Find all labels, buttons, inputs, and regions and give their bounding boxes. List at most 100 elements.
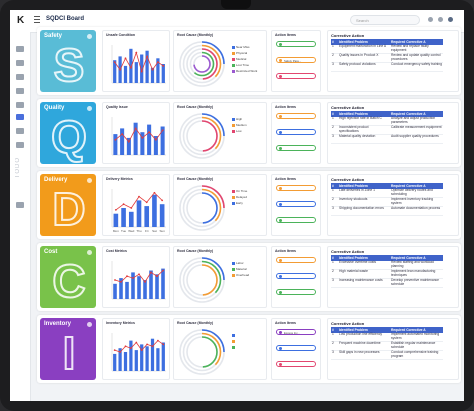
quality-tile[interactable]: Quality Q xyxy=(40,102,96,164)
trend-point xyxy=(138,195,140,198)
info-icon[interactable] xyxy=(87,178,92,183)
quality-chart-title: Quality Issue xyxy=(106,105,128,109)
trend-point xyxy=(114,138,117,141)
table-row[interactable]: 3 Increasing maintenance costs Develop pre… xyxy=(331,278,443,288)
info-icon[interactable] xyxy=(87,34,92,39)
action-item[interactable] xyxy=(276,273,316,279)
action-item[interactable]: Safety Pass... xyxy=(276,57,316,63)
safety-chart-panel: Unsafe Condition xyxy=(102,30,170,92)
action-item[interactable] xyxy=(276,113,316,119)
bar xyxy=(113,213,119,227)
trend-point xyxy=(161,129,164,132)
sidebar-settings-icon[interactable] xyxy=(16,142,24,148)
status-dot xyxy=(279,187,282,190)
legend-item: Restricted Work xyxy=(232,69,257,73)
inventory-corrective-action-table: # Identified Problem Required Corrective A… xyxy=(331,327,443,360)
legend-item: Overhead xyxy=(232,273,249,277)
action-item[interactable] xyxy=(276,185,316,191)
legend-swatch xyxy=(232,201,235,205)
menu-icon[interactable] xyxy=(34,16,40,25)
action-item[interactable] xyxy=(276,257,316,263)
info-icon[interactable] xyxy=(87,250,92,255)
settings-icon[interactable] xyxy=(438,17,443,22)
safety-radial-chart xyxy=(179,41,225,87)
table-row[interactable]: 3 Safety protocol violations Conduct emerg… xyxy=(331,62,443,72)
table-cell: 3 xyxy=(331,350,338,360)
safety-bar-chart xyxy=(111,45,166,84)
row-safety: Safety S Unsafe Condition Root Cause (Month… xyxy=(37,27,461,95)
search-input[interactable]: Search xyxy=(350,15,420,25)
legend-label: Overhead xyxy=(236,273,250,277)
sidebar-home-icon[interactable] xyxy=(16,46,24,52)
trend-point xyxy=(113,61,116,63)
safety-tile[interactable]: Safety S xyxy=(40,30,96,92)
bar xyxy=(155,274,159,299)
logout-icon[interactable] xyxy=(16,202,24,208)
legend-swatch xyxy=(232,51,235,55)
bar xyxy=(145,346,149,371)
bar xyxy=(123,65,128,83)
sidebar-layers-icon[interactable] xyxy=(16,88,24,94)
x-tick-label: Sat xyxy=(152,229,157,233)
sidebar-dashboard-icon[interactable] xyxy=(16,102,24,108)
sidebar-grid-icon[interactable] xyxy=(16,60,24,66)
bar xyxy=(152,194,157,227)
action-item-text: Excess Inv... xyxy=(284,330,300,335)
legend-item: Labor xyxy=(232,261,244,265)
table-row[interactable]: 3 Skill gaps in new processes Conduct comp… xyxy=(331,350,443,360)
trend-point xyxy=(130,207,133,209)
action-item[interactable] xyxy=(276,129,316,135)
status-dot xyxy=(279,219,282,222)
action-item[interactable] xyxy=(276,289,316,295)
app-logo[interactable]: K xyxy=(17,15,24,26)
safety-corrective-action-title: Corrective Action xyxy=(331,33,365,38)
trend-point xyxy=(124,57,127,60)
action-item[interactable] xyxy=(276,361,316,367)
camera-notch xyxy=(221,0,251,9)
action-item[interactable]: Excess Inv... xyxy=(276,329,316,335)
action-item-text: Safety Pass... xyxy=(284,58,302,63)
action-item[interactable] xyxy=(276,145,316,151)
action-item[interactable] xyxy=(276,73,316,79)
legend-label: Medium xyxy=(236,123,247,127)
cost-tile[interactable]: Cost C xyxy=(40,246,96,308)
info-icon[interactable] xyxy=(87,106,92,111)
table-cell: Safety protocol violations xyxy=(338,62,390,72)
sidebar-table-icon[interactable] xyxy=(16,74,24,80)
legend-swatch xyxy=(232,345,235,349)
delivery-tile[interactable]: Delivery D xyxy=(40,174,96,236)
inventory-action-items-title: Action Items xyxy=(275,321,297,325)
action-item[interactable] xyxy=(276,201,316,207)
table-row[interactable]: 3 Shipping documentation errors Automate d… xyxy=(331,206,443,216)
delivery-chart-panel: Delivery Metrics Mon Tue Wed Thu Fri Sat Sun xyxy=(102,174,170,236)
trend-point xyxy=(148,131,151,134)
legend-label: Lost Time xyxy=(236,63,250,67)
status-dot xyxy=(279,43,282,46)
avatar[interactable] xyxy=(448,17,453,22)
trend-point xyxy=(157,339,159,342)
quality-action-items-title: Action Items xyxy=(275,105,297,109)
table-cell: Develop preventive maintenance schedule xyxy=(390,278,443,288)
action-item[interactable] xyxy=(276,345,316,351)
action-item[interactable] xyxy=(276,217,316,223)
table-row[interactable]: 3 Material quality deviation Audit supplie… xyxy=(331,134,443,144)
trend-point xyxy=(122,203,125,206)
row-cost: Cost C Cost Metrics Root Cause (Monthly) Lab… xyxy=(37,243,461,311)
notification-icon[interactable] xyxy=(428,17,433,22)
legend-swatch xyxy=(232,339,235,343)
bar xyxy=(113,134,118,155)
sidebar-users-icon[interactable] xyxy=(16,128,24,134)
sidebar-chart-icon[interactable] xyxy=(16,114,24,120)
inventory-tile[interactable]: Inventory I xyxy=(40,318,96,380)
legend-swatch xyxy=(232,333,235,337)
legend-item: Early xyxy=(232,201,243,205)
inventory-chart-title: Inventory Metrics xyxy=(106,321,135,325)
safety-tracker-letter: S xyxy=(53,39,86,91)
status-dot xyxy=(279,203,282,206)
action-item[interactable] xyxy=(276,41,316,47)
trend-point xyxy=(138,273,140,276)
info-icon[interactable] xyxy=(87,322,92,327)
status-dot xyxy=(279,291,282,294)
quality-corrective-action-table: # Identified Problem Required Corrective A… xyxy=(331,111,443,144)
legend-swatch xyxy=(232,123,235,127)
